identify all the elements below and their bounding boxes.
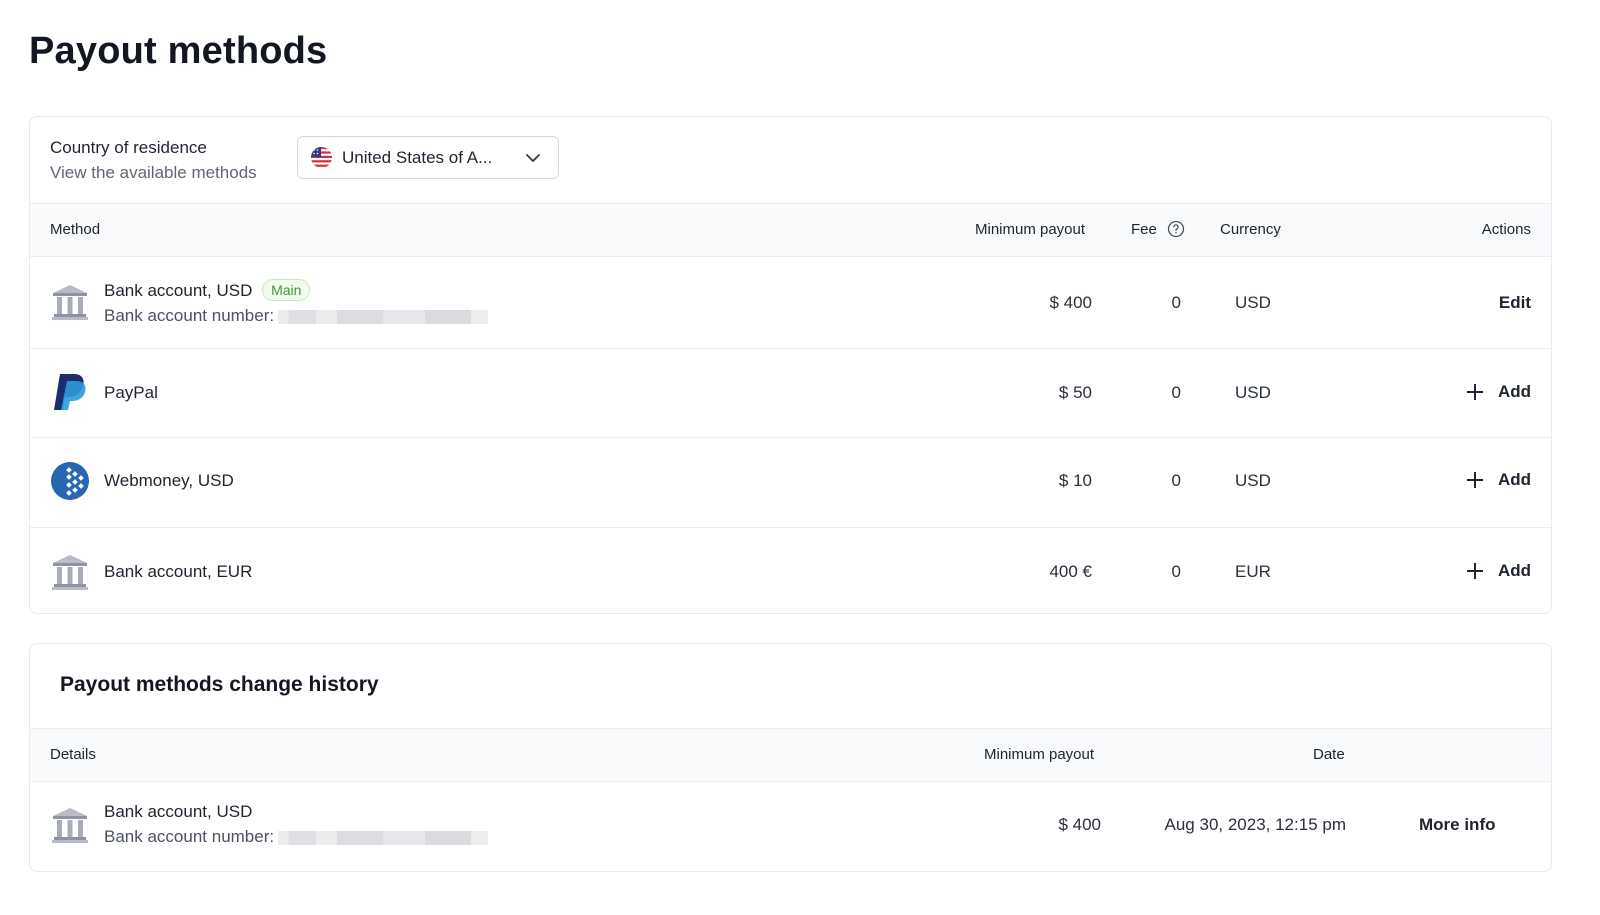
webmoney-icon	[51, 462, 89, 500]
change-history-card: Payout methods change history Details Mi…	[29, 643, 1552, 872]
bank-icon	[52, 808, 88, 843]
country-label: Country of residence	[50, 138, 207, 157]
method-name: Bank account, EUR	[104, 562, 253, 581]
table-row: Webmoney, USD $ 10 0 USD Add	[30, 438, 1551, 528]
account-number-label: Bank account number:	[104, 827, 275, 846]
header-fee: Fee	[1131, 220, 1185, 238]
min-payout: $ 400	[1049, 293, 1092, 312]
table-row: Bank account, EUR 400 € 0 EUR Add	[30, 528, 1551, 613]
bank-icon	[52, 285, 88, 320]
methods-table-header: Method Minimum payout Fee Currency Actio…	[30, 204, 1551, 257]
header-method: Method	[50, 221, 101, 238]
chevron-down-icon	[526, 154, 540, 162]
history-table-header: Details Minimum payout Date	[30, 728, 1551, 782]
redacted-account-number	[278, 830, 489, 845]
plus-icon	[1466, 472, 1483, 488]
help-icon[interactable]	[1167, 220, 1185, 238]
method-account-number: Bank account number:	[104, 306, 489, 326]
header-date: Date	[1313, 746, 1345, 763]
table-row: PayPal $ 50 0 USD Add	[30, 349, 1551, 438]
edit-button[interactable]: Edit	[1499, 293, 1531, 313]
add-paypal-button[interactable]: Add	[1466, 382, 1531, 402]
header-currency: Currency	[1220, 221, 1281, 238]
currency: EUR	[1235, 562, 1271, 581]
header-details: Details	[50, 746, 96, 763]
payout-methods-card: Country of residence View the available …	[29, 116, 1552, 614]
header-fee-label: Fee	[1131, 221, 1157, 238]
history-min-payout: $ 400	[1058, 815, 1101, 834]
fee: 0	[1171, 562, 1181, 581]
fee: 0	[1171, 471, 1181, 490]
paypal-icon	[54, 374, 86, 410]
header-minimum-payout: Minimum payout	[975, 221, 1086, 238]
plus-icon	[1466, 563, 1483, 579]
method-name-label: Bank account, USD	[104, 281, 253, 300]
add-button-label: Add	[1497, 470, 1531, 489]
bank-icon	[52, 555, 88, 590]
edit-button-label: Edit	[1498, 293, 1531, 312]
currency: USD	[1235, 293, 1271, 312]
min-payout: $ 50	[1058, 383, 1092, 402]
us-flag-icon	[311, 147, 332, 168]
page-title: Payout methods	[29, 30, 328, 72]
add-button-label: Add	[1497, 382, 1531, 401]
table-row: Bank account, USD Main Bank account numb…	[30, 257, 1551, 349]
country-select-value: United States of A...	[342, 147, 493, 167]
add-webmoney-button[interactable]: Add	[1466, 470, 1531, 490]
country-row: Country of residence View the available …	[30, 117, 1551, 204]
min-payout: 400 €	[1049, 562, 1092, 581]
table-row: Bank account, USD Bank account number: $…	[30, 781, 1551, 871]
min-payout: $ 10	[1058, 471, 1092, 490]
header-actions: Actions	[1481, 221, 1531, 238]
more-info-link[interactable]: More info	[1419, 815, 1496, 835]
main-badge: Main	[262, 279, 311, 301]
method-name: PayPal	[104, 383, 158, 402]
currency: USD	[1235, 383, 1271, 402]
history-date: Aug 30, 2023, 12:15 pm	[1164, 815, 1346, 834]
plus-icon	[1466, 384, 1483, 400]
country-select[interactable]: United States of A...	[297, 136, 559, 179]
method-name: Bank account, USD Main	[104, 279, 311, 301]
add-button-label: Add	[1497, 561, 1531, 580]
fee: 0	[1171, 383, 1181, 402]
redacted-account-number	[278, 309, 489, 324]
history-method-name: Bank account, USD	[104, 802, 253, 821]
country-sublabel: View the available methods	[50, 163, 257, 182]
fee: 0	[1171, 293, 1181, 312]
header-minimum-payout: Minimum payout	[984, 746, 1095, 763]
method-name: Webmoney, USD	[104, 471, 234, 490]
history-account-number: Bank account number:	[104, 827, 489, 847]
account-number-label: Bank account number:	[104, 306, 275, 325]
currency: USD	[1235, 471, 1271, 490]
history-title: Payout methods change history	[60, 673, 379, 696]
add-bank-eur-button[interactable]: Add	[1466, 561, 1531, 581]
